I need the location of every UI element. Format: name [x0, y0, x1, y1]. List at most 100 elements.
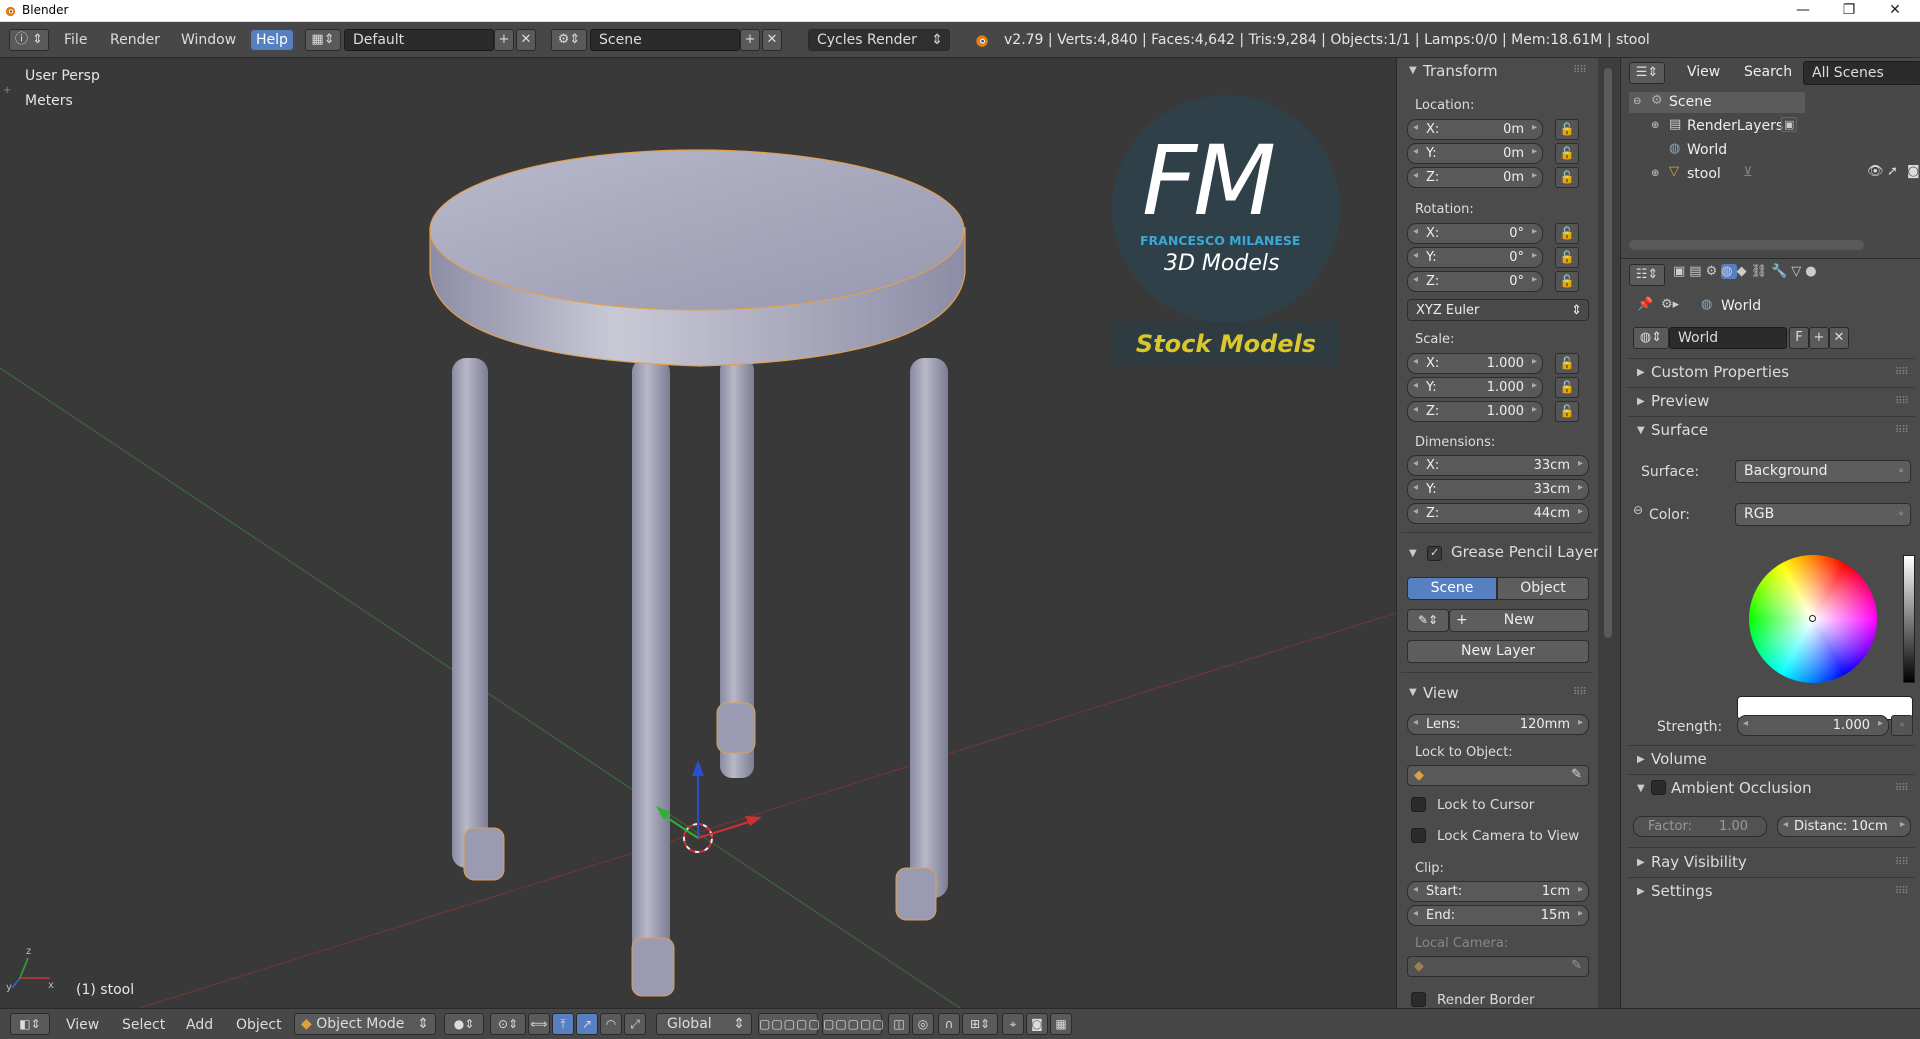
drag-handle-icon[interactable]: ⠿⠿	[1895, 886, 1909, 897]
scene-tab-icon[interactable]: ⚙	[1706, 264, 1722, 279]
drag-handle-icon[interactable]: ⠿⠿	[1573, 687, 1587, 698]
dimensions-x-field[interactable]: ◂ X: 33cm ▸	[1407, 455, 1589, 476]
render-engine-dropdown[interactable]: Cycles Render ⇕	[808, 29, 950, 51]
outliner-menu-search[interactable]: Search	[1744, 64, 1792, 80]
drag-handle-icon[interactable]: ⠿⠿	[1895, 783, 1909, 794]
rotation-mode-dropdown[interactable]: XYZ Euler ⇕	[1407, 299, 1589, 321]
lock-scale-z-icon[interactable]: 🔓	[1555, 401, 1579, 422]
surface-section[interactable]: Surface	[1651, 421, 1708, 439]
eyedropper-icon[interactable]: ✎	[1571, 767, 1582, 782]
render-border-checkbox[interactable]	[1411, 992, 1426, 1007]
ao-distance-field[interactable]: ◂ Distanc: 10cm ▸	[1777, 816, 1911, 837]
outliner-row-stool[interactable]: ⊕ ▽ stool ⊻ 👁 ➚ ◙	[1629, 164, 1920, 185]
properties-editor-type-icon[interactable]: ☷⇕	[1629, 264, 1665, 286]
surface-shader-dropdown[interactable]: Background ◦	[1735, 460, 1911, 483]
collapse-icon[interactable]: ⊖	[1633, 96, 1641, 107]
maximize-button[interactable]: ❐	[1826, 0, 1872, 22]
scale-x-field[interactable]: ◂ X: 1.000 ▸	[1407, 353, 1543, 374]
world-datablock-field[interactable]: World	[1669, 327, 1787, 349]
expand-triangle-icon[interactable]: ▶	[1637, 367, 1645, 378]
layer-lock-icon[interactable]: ◫	[888, 1013, 910, 1035]
menu-add[interactable]: Add	[186, 1017, 213, 1033]
location-y-field[interactable]: ◂ Y: 0m ▸	[1407, 143, 1543, 164]
color-input-dropdown[interactable]: RGB ◦	[1735, 503, 1911, 526]
viewport-shading-dropdown[interactable]: ●⇕	[444, 1013, 484, 1035]
lock-location-y-icon[interactable]: 🔓	[1555, 143, 1579, 164]
lock-to-object-field[interactable]: ◆ ✎	[1407, 765, 1589, 786]
new-grease-pencil-button[interactable]: + New	[1449, 609, 1589, 632]
outliner-menu-view[interactable]: View	[1687, 64, 1720, 80]
color-wheel-cursor[interactable]	[1809, 615, 1816, 622]
lock-to-cursor-checkbox[interactable]	[1411, 797, 1426, 812]
outliner-editor-type-icon[interactable]: ☰⇕	[1629, 62, 1665, 84]
manipulator-toggle[interactable]: ⟺	[528, 1013, 550, 1035]
strength-field[interactable]: ◂ 1.000 ▸	[1737, 715, 1889, 736]
new-layer-button[interactable]: New Layer	[1407, 640, 1589, 663]
menu-file[interactable]: File	[64, 32, 87, 48]
ambient-occlusion-checkbox[interactable]	[1651, 780, 1666, 795]
lock-location-x-icon[interactable]: 🔓	[1555, 119, 1579, 140]
expand-triangle-icon[interactable]: ▶	[1637, 857, 1645, 868]
mode-dropdown[interactable]: ◆ Object Mode ⇕	[294, 1013, 436, 1035]
add-scene-button[interactable]: +	[740, 29, 760, 51]
lock-camera-checkbox[interactable]	[1411, 828, 1426, 843]
scene-icon[interactable]: ⚙⇕	[551, 29, 587, 51]
menu-object[interactable]: Object	[236, 1017, 282, 1033]
opengl-animation-icon[interactable]: ▦	[1050, 1013, 1072, 1035]
fake-user-button[interactable]: F	[1789, 327, 1809, 349]
render-tab-icon[interactable]: ▣	[1673, 264, 1689, 279]
modifiers-tab-icon[interactable]: 🔧	[1771, 264, 1791, 279]
world-tab-icon[interactable]: ◍	[1721, 264, 1737, 279]
rotation-y-field[interactable]: ◂ Y: 0° ▸	[1407, 247, 1543, 268]
scrollbar-thumb[interactable]	[1604, 68, 1612, 638]
add-world-button[interactable]: +	[1809, 327, 1829, 349]
scale-manipulator-icon[interactable]: ⤢	[624, 1013, 646, 1035]
pin-icon[interactable]: 📌	[1637, 297, 1653, 312]
editor-type-info-button[interactable]: ⓘ ⇕	[9, 29, 49, 51]
drag-handle-icon[interactable]: ⠿⠿	[1895, 857, 1909, 868]
local-camera-field[interactable]: ◆ ✎	[1407, 956, 1589, 977]
menu-view[interactable]: View	[66, 1017, 99, 1033]
snap-magnet-icon[interactable]: ∩	[938, 1013, 960, 1035]
outliner-row-scene[interactable]: ⊖ ⚙ Scene	[1629, 92, 1805, 113]
value-slider[interactable]	[1903, 555, 1915, 683]
clip-end-field[interactable]: ◂ End: 15m ▸	[1407, 905, 1589, 926]
tab-scene[interactable]: Scene	[1407, 577, 1497, 600]
collapse-triangle-icon[interactable]: ▼	[1637, 425, 1645, 436]
translate-manipulator-icon[interactable]: ⤒	[552, 1013, 574, 1035]
constraints-tab-icon[interactable]: ⛓	[1751, 264, 1772, 279]
drag-handle-icon[interactable]: ⠿⠿	[1895, 396, 1909, 407]
renderability-camera-icon[interactable]: ◙	[1907, 164, 1920, 179]
lock-rotation-y-icon[interactable]: 🔓	[1555, 247, 1579, 268]
lock-location-z-icon[interactable]: 🔓	[1555, 167, 1579, 188]
scene-field[interactable]: Scene	[590, 29, 740, 51]
custom-properties-section[interactable]: Custom Properties	[1651, 363, 1789, 381]
remove-screen-button[interactable]: ✕	[516, 29, 536, 51]
ray-visibility-section[interactable]: Ray Visibility	[1651, 853, 1747, 871]
lock-rotation-z-icon[interactable]: 🔓	[1555, 271, 1579, 292]
preview-section[interactable]: Preview	[1651, 392, 1709, 410]
drag-handle-icon[interactable]: ⠿⠿	[1573, 65, 1587, 76]
node-link-icon[interactable]: ◦	[1891, 715, 1913, 736]
ambient-occlusion-section[interactable]: Ambient Occlusion	[1671, 779, 1812, 797]
pencil-datablock-icon[interactable]: ✎⇕	[1407, 609, 1449, 632]
render-layer-toggle-icon[interactable]: ▣	[1781, 117, 1798, 132]
opengl-render-icon[interactable]: ◙	[1026, 1013, 1048, 1035]
region-scrollbar[interactable]	[1598, 58, 1620, 1008]
view-panel-title[interactable]: View	[1423, 684, 1459, 702]
socket-collapse-icon[interactable]: ⊖	[1633, 503, 1643, 517]
expand-triangle-icon[interactable]: ▶	[1637, 396, 1645, 407]
object-tab-icon[interactable]: ◆	[1737, 264, 1751, 279]
lens-field[interactable]: ◂ Lens: 120mm ▸	[1407, 714, 1589, 735]
scale-y-field[interactable]: ◂ Y: 1.000 ▸	[1407, 377, 1543, 398]
ao-factor-field[interactable]: Factor: 1.00	[1633, 816, 1767, 837]
selectability-cursor-icon[interactable]: ➚	[1887, 164, 1898, 179]
lock-rotation-x-icon[interactable]: 🔓	[1555, 223, 1579, 244]
rotation-x-field[interactable]: ◂ X: 0° ▸	[1407, 223, 1543, 244]
transform-orientation-dropdown[interactable]: Global ⇕	[656, 1013, 752, 1035]
expand-icon[interactable]: ⊕	[1651, 168, 1659, 179]
scale-z-field[interactable]: ◂ Z: 1.000 ▸	[1407, 401, 1543, 422]
layers-row-2[interactable]: ▢▢▢▢▢	[822, 1013, 884, 1035]
rotate-manipulator-icon[interactable]: ↗	[576, 1013, 598, 1035]
drag-handle-icon[interactable]: ⠿⠿	[1895, 425, 1909, 436]
